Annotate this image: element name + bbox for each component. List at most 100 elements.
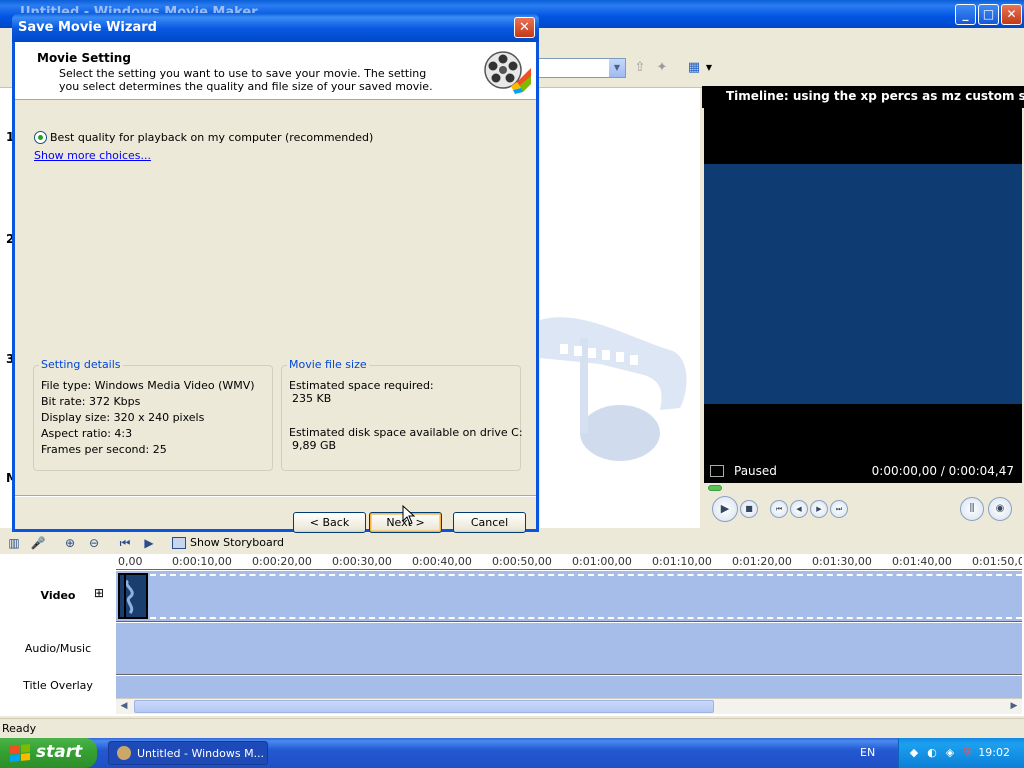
space-required-value: 235 KB — [292, 392, 332, 405]
rewind-icon[interactable]: ⏮ — [770, 500, 788, 518]
narrate-timeline-icon[interactable]: 🎤 — [30, 535, 46, 551]
setting-details-group: Setting details File type: Windows Media… — [33, 358, 273, 471]
ruler-tick: 0:00:20,00 — [252, 555, 312, 568]
playback-time: 0:00:00,00 / 0:00:04,47 — [871, 464, 1014, 478]
minimize-button[interactable]: _ — [955, 4, 976, 25]
rewind-timeline-icon[interactable]: ⏮ — [117, 535, 133, 551]
wizard-header: Movie Setting Select the setting you wan… — [15, 42, 536, 100]
disk-space-label: Estimated disk space available on drive … — [289, 426, 523, 439]
views-dropdown-icon[interactable]: ▼ — [701, 60, 717, 76]
cancel-button[interactable]: Cancel — [453, 512, 526, 533]
monitor-screen — [704, 108, 1022, 461]
monitor-status-bar: Paused 0:00:00,00 / 0:00:04,47 — [704, 461, 1022, 483]
clock: 19:02 — [978, 746, 1010, 759]
title-overlay-track-label: Title Overlay — [23, 679, 93, 692]
tray-app-icon[interactable]: ◆ — [907, 746, 921, 760]
next-frame-icon[interactable]: ▶ — [810, 500, 828, 518]
bit-rate-text: Bit rate: 372 Kbps — [41, 395, 141, 408]
wizard-separator — [15, 495, 536, 497]
ruler-tick: 0:00:10,00 — [172, 555, 232, 568]
collection-area — [540, 88, 700, 528]
ruler-tick: 0:01:20,00 — [732, 555, 792, 568]
seek-bar[interactable] — [704, 484, 1022, 492]
back-button[interactable]: < Back — [293, 512, 366, 533]
ruler-tick: 0:01:50,00 — [972, 555, 1022, 568]
main-close-button[interactable]: ✕ — [1001, 4, 1022, 25]
ruler-tick: 0:01:10,00 — [652, 555, 712, 568]
playback-status: Paused — [734, 464, 777, 478]
display-size-text: Display size: 320 x 240 pixels — [41, 411, 205, 424]
expand-video-icon[interactable]: ⊞ — [94, 586, 104, 600]
wizard-description: Select the setting you want to use to sa… — [59, 67, 433, 93]
video-drop-zone[interactable] — [150, 574, 1022, 619]
new-folder-icon[interactable]: ✦ — [654, 60, 670, 76]
system-tray: ◆ ◐ ◈ ⛨ 19:02 — [898, 738, 1024, 768]
ruler-tick: 0,00 — [118, 555, 143, 568]
show-more-choices-link[interactable]: Show more choices... — [34, 149, 151, 162]
previous-frame-icon[interactable]: ◀ — [790, 500, 808, 518]
set-audio-levels-icon[interactable]: ▥ — [6, 535, 22, 551]
storyboard-icon — [172, 537, 186, 549]
audio-track-label: Audio/Music — [24, 642, 92, 655]
audio-music-track[interactable] — [116, 623, 1022, 675]
movie-file-size-group: Movie file size Estimated space required… — [281, 358, 523, 471]
best-quality-radio[interactable] — [34, 131, 47, 144]
language-indicator[interactable]: EN — [860, 746, 875, 759]
play-icon[interactable]: ▶ — [712, 496, 738, 522]
mouse-cursor-icon — [402, 505, 416, 525]
ruler-tick: 0:00:40,00 — [412, 555, 472, 568]
windows-logo-icon — [10, 743, 30, 763]
clip-thumbnail-icon — [120, 575, 146, 617]
taskbar-item-label: Untitled - Windows M... — [137, 747, 265, 760]
disk-space-value: 9,89 GB — [292, 439, 337, 452]
movie-maker-watermark-icon — [540, 317, 687, 461]
setting-details-legend: Setting details — [39, 358, 123, 371]
movie-file-size-legend: Movie file size — [287, 358, 369, 371]
start-label: start — [36, 742, 83, 762]
video-clip[interactable] — [118, 573, 148, 619]
take-picture-icon[interactable]: ◉ — [988, 497, 1012, 521]
ruler-tick: 0:01:00,00 — [572, 555, 632, 568]
video-track[interactable] — [116, 571, 1022, 622]
forward-icon[interactable]: ⏭ — [830, 500, 848, 518]
status-text: Ready — [2, 722, 37, 735]
security-shield-icon[interactable]: ⛨ — [961, 746, 975, 760]
best-quality-label[interactable]: Best quality for playback on my computer… — [50, 131, 373, 144]
taskbar-item-movie-maker[interactable]: Untitled - Windows M... — [108, 741, 268, 765]
timeline-scrollbar[interactable]: ◀ ▶ — [116, 698, 1022, 714]
tray-network-icon[interactable]: ◐ — [925, 746, 939, 760]
show-storyboard-label: Show Storyboard — [190, 536, 284, 549]
scroll-left-icon[interactable]: ◀ — [117, 700, 131, 713]
fps-text: Frames per second: 25 — [41, 443, 167, 456]
ruler-tick: 0:01:30,00 — [812, 555, 872, 568]
space-required-label: Estimated space required: — [289, 379, 434, 392]
play-timeline-icon[interactable]: ▶ — [141, 535, 157, 551]
tray-volume-icon[interactable]: ◈ — [943, 746, 957, 760]
wizard-body: Movie Setting Select the setting you wan… — [15, 42, 536, 533]
monitor-title: Timeline: using the xp percs as mz custo… — [702, 86, 1024, 108]
movie-maker-app-icon — [117, 746, 131, 760]
chevron-down-icon[interactable]: ▼ — [609, 59, 625, 77]
seek-thumb[interactable] — [708, 485, 722, 491]
title-overlay-track[interactable] — [116, 676, 1022, 698]
stop-icon[interactable]: ■ — [740, 500, 758, 518]
maximize-button[interactable]: □ — [978, 4, 999, 25]
timeline: 0,00 0:00:10,00 0:00:20,00 0:00:30,00 0:… — [0, 554, 1024, 716]
statusbar: Ready — [0, 718, 1024, 738]
start-button[interactable]: start — [0, 738, 97, 768]
show-storyboard-button[interactable]: Show Storyboard — [170, 535, 284, 552]
timeline-ruler[interactable]: 0,00 0:00:10,00 0:00:20,00 0:00:30,00 0:… — [116, 554, 1022, 570]
aspect-ratio-text: Aspect ratio: 4:3 — [41, 427, 133, 440]
views-icon[interactable]: ▦ — [686, 60, 702, 76]
wizard-close-button[interactable]: ✕ — [514, 17, 535, 38]
split-clip-icon[interactable]: ⫼ — [960, 497, 984, 521]
up-folder-icon[interactable]: ⇧ — [632, 60, 648, 76]
collections-dropdown[interactable]: ▼ — [538, 58, 626, 78]
scrollbar-thumb[interactable] — [134, 700, 714, 713]
file-type-text: File type: Windows Media Video (WMV) — [41, 379, 255, 392]
zoom-in-icon[interactable]: ⊕ — [62, 535, 78, 551]
wizard-titlebar[interactable]: Save Movie Wizard ✕ — [12, 13, 539, 42]
video-track-label-text: Video — [40, 589, 76, 602]
scroll-right-icon[interactable]: ▶ — [1007, 700, 1021, 713]
zoom-out-icon[interactable]: ⊖ — [86, 535, 102, 551]
